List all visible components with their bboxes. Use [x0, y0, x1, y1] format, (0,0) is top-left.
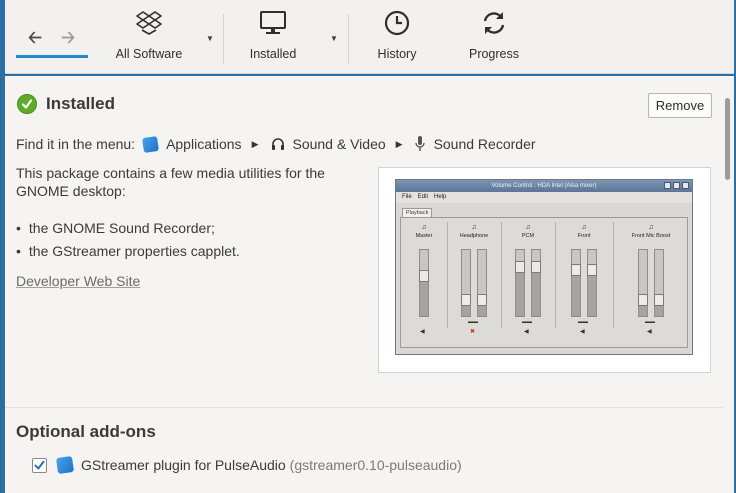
chevron-down-icon: ▼ [206, 33, 214, 43]
screenshot-menubar: File Edit Help [396, 192, 692, 203]
progress-label: Progress [468, 47, 520, 61]
dropbox-icon [135, 8, 163, 38]
addon-checkbox[interactable] [32, 457, 47, 473]
screenshot-titlebar: Volume Control : HDA Intel (Alsa mixer) [396, 180, 692, 192]
toolbar-separator [348, 14, 349, 64]
scrollbar-thumb[interactable] [725, 98, 730, 180]
developer-website-link[interactable]: Developer Web Site [16, 273, 140, 289]
screenshot-channel: ♫ Front Mic Boost ▬▬ ◀ [613, 218, 689, 338]
menu-location-label: Find it in the menu: [16, 136, 136, 152]
arrow-left-icon: 🡠 [28, 27, 42, 47]
screenshot-menu-item: File [402, 194, 412, 200]
addon-item[interactable]: GStreamer plugin for PulseAudio (gstream… [32, 455, 462, 475]
all-software-dropdown[interactable]: ▼ [199, 14, 221, 62]
back-button[interactable]: 🡠 [20, 28, 50, 50]
section-divider [5, 407, 723, 408]
history-navigation: 🡠 🡢 [16, 24, 88, 58]
screenshot-channel-label: PCM [521, 233, 535, 239]
addon-label: GStreamer plugin for PulseAudio [81, 457, 286, 473]
all-software-label: All Software [115, 47, 183, 61]
history-label: History [377, 47, 417, 61]
screenshot-window-title: Volume Control : HDA Intel (Alsa mixer) [491, 183, 597, 189]
chevron-down-icon: ▼ [330, 33, 338, 43]
list-item: the GNOME Sound Recorder; [16, 217, 240, 240]
menu-sound-recorder-label: Sound Recorder [433, 136, 536, 152]
installed-dropdown[interactable]: ▼ [323, 14, 345, 62]
arrow-right-icon: 🡢 [61, 27, 75, 47]
history-button[interactable]: History [357, 8, 437, 68]
triangle-right-icon: ▶ [395, 138, 403, 149]
screenshot-channel: ♫ PCM ▬▬ ◀ [501, 218, 555, 338]
all-software-button[interactable]: All Software [109, 8, 189, 68]
navigation-underline [16, 55, 88, 58]
addon-package-name: (gstreamer0.10-pulseaudio) [289, 457, 462, 473]
menu-location: Find it in the menu: Applications ▶ Soun… [16, 135, 536, 153]
list-item: the GStreamer properties capplet. [16, 240, 240, 263]
package-icon [55, 455, 75, 475]
checkmark-icon [17, 94, 37, 114]
installed-button[interactable]: Installed [233, 8, 313, 68]
screenshot-channel: ♫ Front ▬▬ ◀ [555, 218, 613, 338]
screenshot-channel-label: Front [577, 233, 591, 239]
package-screenshot[interactable]: Volume Control : HDA Intel (Alsa mixer) … [378, 167, 711, 373]
headphones-icon [270, 136, 286, 152]
screenshot-channel: ♫ Headphone ▬▬ ✖ [447, 218, 501, 338]
monitor-icon [258, 8, 288, 38]
status-text: Installed [46, 94, 115, 113]
package-details: Installed Remove Find it in the menu: Ap… [5, 76, 723, 493]
toolbar: 🡠 🡢 All Software ▼ Installed ▼ History P… [5, 0, 734, 74]
menu-sound-video: Sound & Video [270, 136, 386, 152]
triangle-right-icon: ▶ [251, 138, 259, 149]
menu-sound-video-label: Sound & Video [292, 136, 386, 152]
microphone-icon [414, 135, 425, 153]
screenshot-tab: Playback [402, 208, 433, 217]
screenshot-channel: ♫ Master ◀ [401, 218, 447, 338]
menu-sound-recorder: Sound Recorder [414, 135, 536, 153]
applications-icon [142, 135, 160, 153]
clock-icon [383, 8, 411, 38]
screenshot-image: Volume Control : HDA Intel (Alsa mixer) … [395, 179, 693, 355]
screenshot-menu-item: Edit [417, 194, 429, 200]
remove-button[interactable]: Remove [648, 93, 712, 118]
toolbar-separator [223, 14, 224, 64]
install-status: Installed [17, 94, 115, 114]
screenshot-channel-label: Headphone [459, 233, 489, 239]
progress-button[interactable]: Progress [454, 8, 534, 68]
menu-applications: Applications [142, 135, 242, 153]
screenshot-channel-label: Front Mic Boost [631, 233, 671, 239]
screenshot-menu-item: Help [434, 194, 447, 200]
package-description: This package contains a few media utilit… [16, 165, 325, 199]
forward-button[interactable]: 🡢 [53, 28, 83, 50]
installed-label: Installed [249, 47, 297, 61]
addons-title: Optional add-ons [16, 422, 156, 441]
menu-applications-label: Applications [166, 136, 242, 152]
feature-list: the GNOME Sound Recorder; the GStreamer … [16, 217, 240, 263]
screenshot-mixer-panel: ♫ Master ◀ ♫ Headphone ▬▬ ✖ ♫ PCM ▬▬ ◀ ♫ Front ▬▬ ◀ ♫ Fr… [400, 217, 688, 348]
refresh-icon [479, 8, 509, 38]
